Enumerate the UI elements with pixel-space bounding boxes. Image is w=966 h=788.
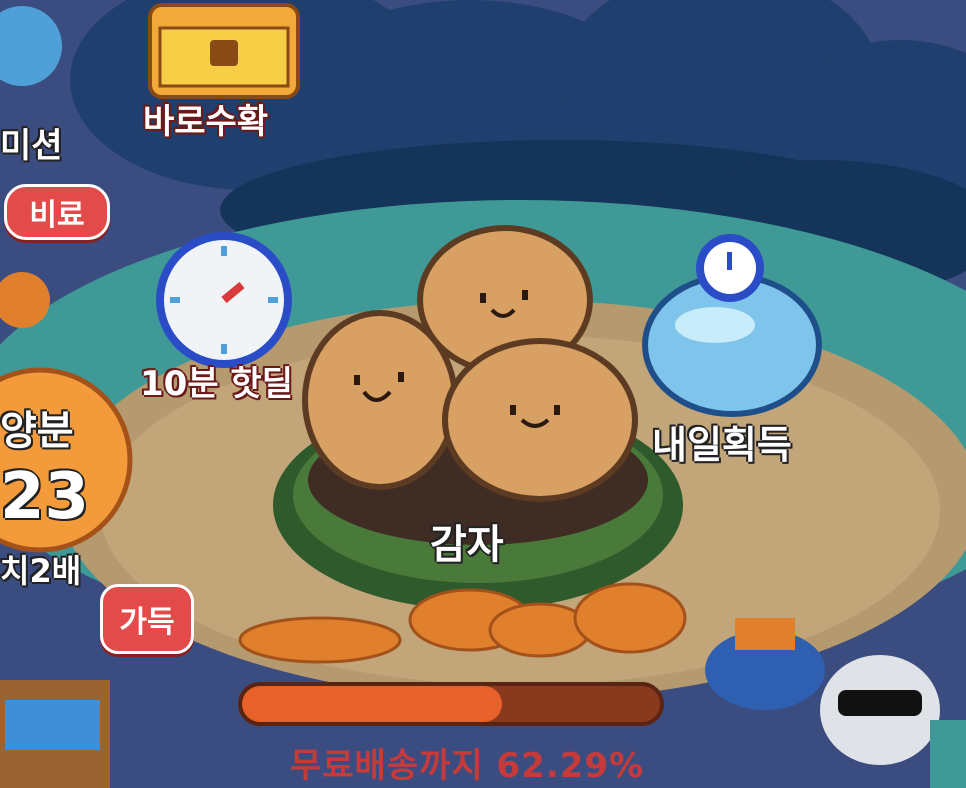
- crop-name: 감자: [430, 522, 504, 568]
- fertilizer-label: 비료: [29, 198, 85, 233]
- ten-min-hotdeal-label[interactable]: 10분 핫딜: [140, 356, 293, 405]
- full-button[interactable]: 가득: [100, 584, 194, 654]
- mission-label[interactable]: 미션: [0, 118, 63, 167]
- full-label: 가득: [119, 605, 175, 640]
- nutrient-value: 23: [0, 460, 90, 534]
- fertilizer-button[interactable]: 비료: [4, 184, 110, 240]
- free-shipping-progress-label: 무료배송까지 62.29%: [290, 746, 645, 786]
- treasure-chest-icon: [148, 3, 300, 99]
- nutrient-label: 양분: [0, 408, 74, 454]
- progress-fill: [242, 686, 503, 722]
- harvest-now-label[interactable]: 바로수확: [143, 94, 268, 143]
- free-shipping-progress: [238, 682, 664, 726]
- double-label: 치2배: [0, 552, 82, 590]
- tomorrow-gain-label[interactable]: 내일획득: [652, 414, 792, 469]
- stopwatch-icon: [156, 232, 292, 368]
